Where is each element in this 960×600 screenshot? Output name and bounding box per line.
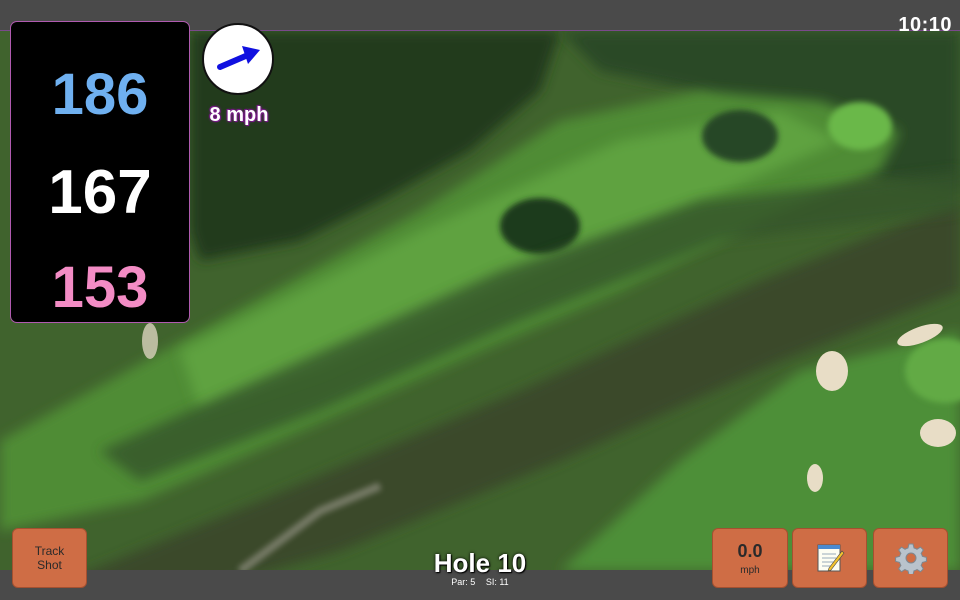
gear-icon bbox=[894, 543, 927, 574]
distance-to-middle: 167 bbox=[48, 158, 152, 227]
clock: 10:10 bbox=[898, 14, 952, 36]
distance-to-front: 153 bbox=[51, 255, 149, 320]
bunker bbox=[816, 351, 848, 391]
tree-cluster bbox=[702, 110, 778, 162]
par-label: Par: 5 bbox=[451, 577, 476, 587]
wind-speed: 8 mph bbox=[209, 104, 269, 126]
notes-button[interactable] bbox=[792, 528, 867, 588]
speed-button[interactable]: 0.0 mph bbox=[712, 528, 788, 588]
wind-direction-dial bbox=[202, 23, 274, 95]
hole-title: Hole 10 bbox=[433, 548, 527, 578]
speed-unit: mph bbox=[740, 564, 760, 576]
putting-green bbox=[828, 102, 892, 150]
hole-info: Par: 5 SI: 11 bbox=[400, 577, 560, 587]
notepad-icon bbox=[817, 544, 844, 572]
stroke-index-label: SI: 11 bbox=[485, 577, 509, 587]
track-shot-label-line1: Track bbox=[34, 544, 65, 558]
distance-panel: 186 167 153 bbox=[11, 22, 189, 322]
track-shot-label-line2: Shot bbox=[37, 558, 62, 572]
bunker bbox=[920, 419, 956, 447]
bunker bbox=[807, 464, 823, 492]
distance-to-back: 186 bbox=[51, 62, 149, 127]
tree-cluster bbox=[500, 198, 580, 254]
arrow-right-icon bbox=[217, 46, 260, 70]
settings-button[interactable] bbox=[873, 528, 948, 588]
bunker bbox=[142, 323, 158, 359]
speed-value: 0.0 bbox=[737, 540, 763, 561]
track-shot-button[interactable]: Track Shot bbox=[12, 528, 87, 588]
